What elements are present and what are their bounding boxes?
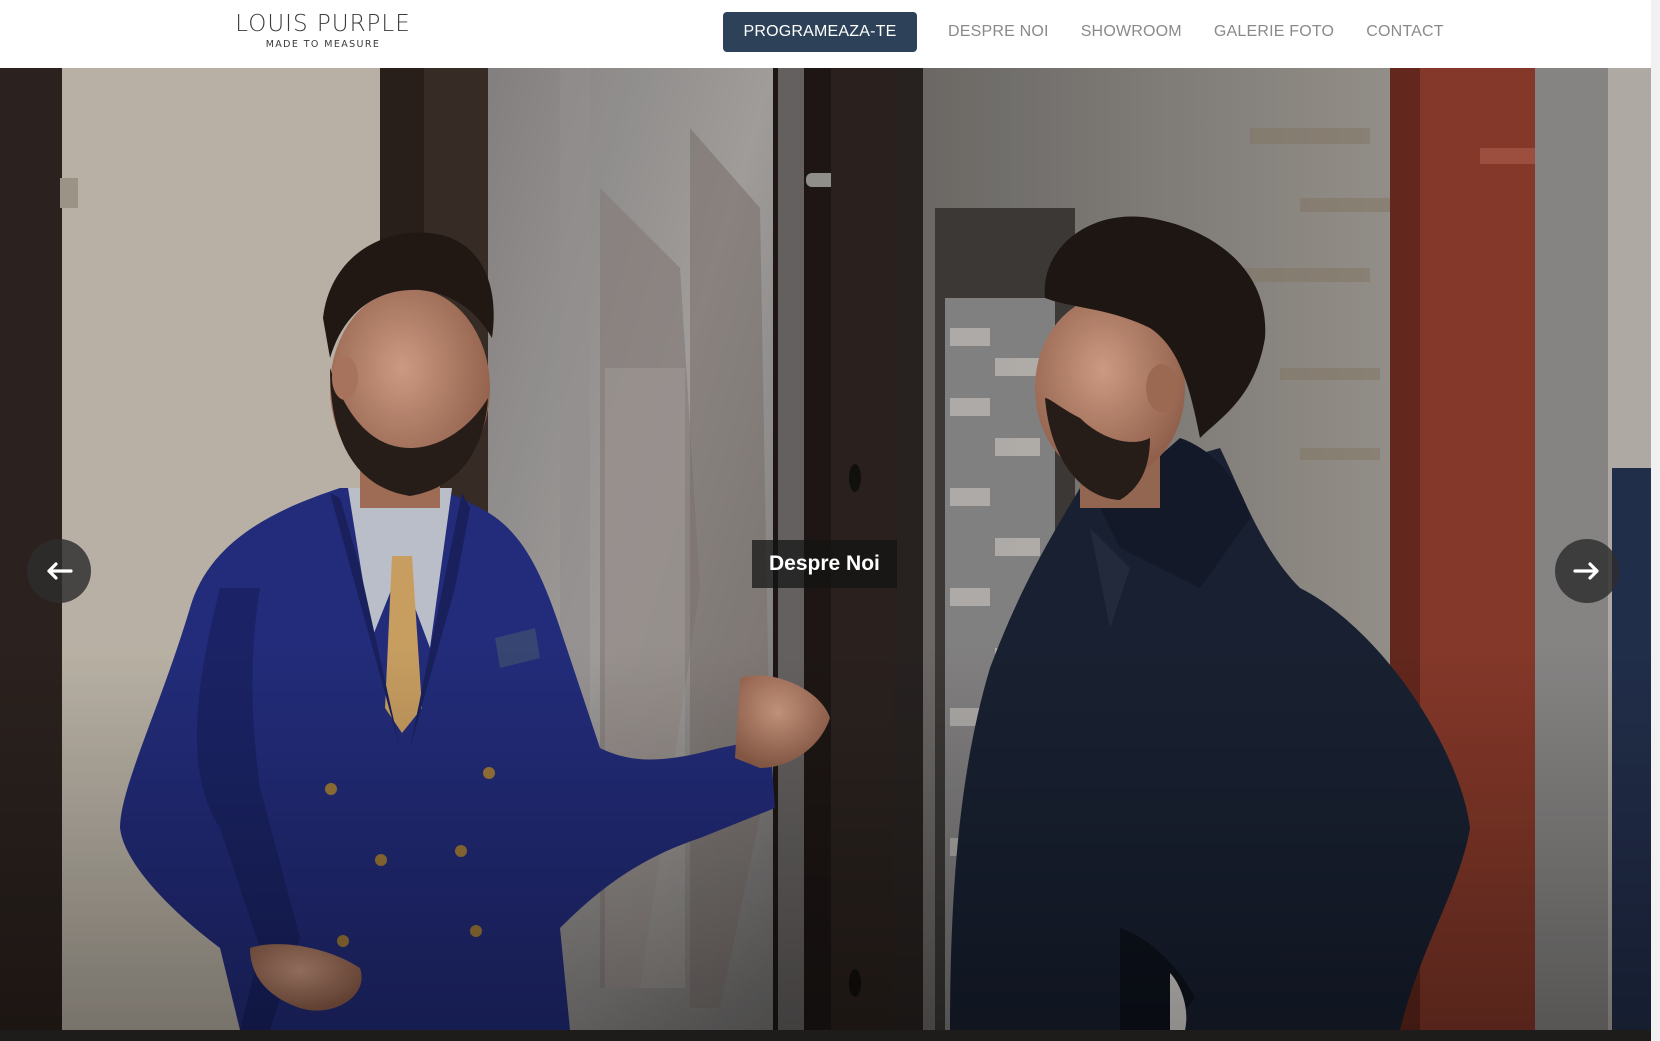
book-appointment-button[interactable]: PROGRAMEAZA-TE bbox=[723, 12, 917, 52]
scrollbar-track[interactable] bbox=[1651, 0, 1660, 1041]
nav-item-showroom[interactable]: SHOWROOM bbox=[1081, 23, 1182, 41]
logo-tagline: MADE TO MEASURE bbox=[265, 39, 381, 50]
slider-prev-button[interactable] bbox=[27, 539, 91, 603]
page-bottom-edge bbox=[0, 1030, 1651, 1041]
nav-item-contact[interactable]: CONTACT bbox=[1366, 23, 1444, 41]
site-header: LOUIS PURPLE MADE TO MEASURE PROGRAMEAZA… bbox=[0, 0, 1651, 68]
nav-item-despre-noi[interactable]: DESPRE NOI bbox=[948, 23, 1049, 41]
nav-item-galerie-foto[interactable]: GALERIE FOTO bbox=[1214, 23, 1334, 41]
logo-name: LOUIS PURPLE bbox=[235, 11, 411, 37]
page: LOUIS PURPLE MADE TO MEASURE PROGRAMEAZA… bbox=[0, 0, 1660, 1041]
arrow-right-icon bbox=[1573, 562, 1599, 580]
slider-next-button[interactable] bbox=[1555, 539, 1619, 603]
arrow-left-icon bbox=[47, 562, 73, 580]
hero-slider: Despre Noi bbox=[0, 68, 1651, 1030]
slide-caption: Despre Noi bbox=[752, 540, 897, 588]
logo[interactable]: LOUIS PURPLE MADE TO MEASURE bbox=[222, 12, 424, 50]
main-nav: DESPRE NOI SHOWROOM GALERIE FOTO CONTACT bbox=[948, 12, 1444, 52]
